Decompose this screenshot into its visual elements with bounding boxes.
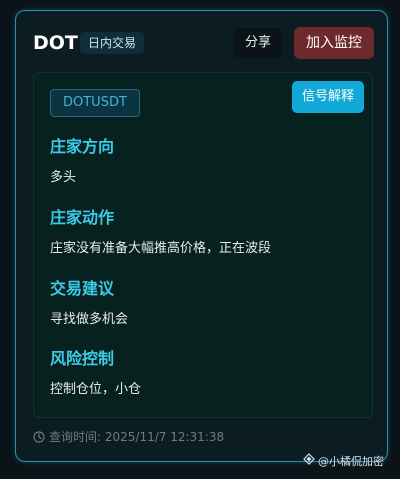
signal-card: DOT 日内交易 分享 加入监控 DOTUSDT 信号解释 庄家方向 多头 庄家…	[15, 10, 388, 462]
trade-type-badge: 日内交易	[80, 32, 145, 54]
section-title-advice: 交易建议	[50, 279, 115, 298]
query-time-text: 查询时间: 2025/11/7 12:31:38	[49, 430, 225, 444]
section-text-action: 庄家没有准备大幅推高价格，正在波段	[50, 241, 272, 256]
watermark-text: @小橘侃加密	[318, 454, 384, 468]
coin-name: DOT	[33, 32, 78, 54]
signal-detail-panel: DOTUSDT 信号解释 庄家方向 多头 庄家动作 庄家没有准备大幅推高价格，正…	[33, 72, 373, 418]
author-watermark: @小橘侃加密	[303, 453, 384, 470]
share-button[interactable]: 分享	[234, 28, 282, 58]
section-title-direction: 庄家方向	[50, 137, 115, 156]
section-title-action: 庄家动作	[50, 208, 115, 227]
section-text-advice: 寻找做多机会	[50, 312, 129, 327]
section-text-direction: 多头	[50, 170, 77, 185]
section-title-risk: 风险控制	[50, 349, 115, 368]
diamond-logo-icon	[303, 453, 315, 470]
clock-icon	[33, 431, 45, 443]
symbol-tag: DOTUSDT	[50, 89, 140, 117]
add-monitor-button[interactable]: 加入监控	[294, 27, 374, 59]
section-text-risk: 控制仓位，小仓	[50, 382, 142, 397]
query-time-row: 查询时间: 2025/11/7 12:31:38	[33, 429, 224, 445]
signal-explain-button[interactable]: 信号解释	[292, 81, 364, 113]
